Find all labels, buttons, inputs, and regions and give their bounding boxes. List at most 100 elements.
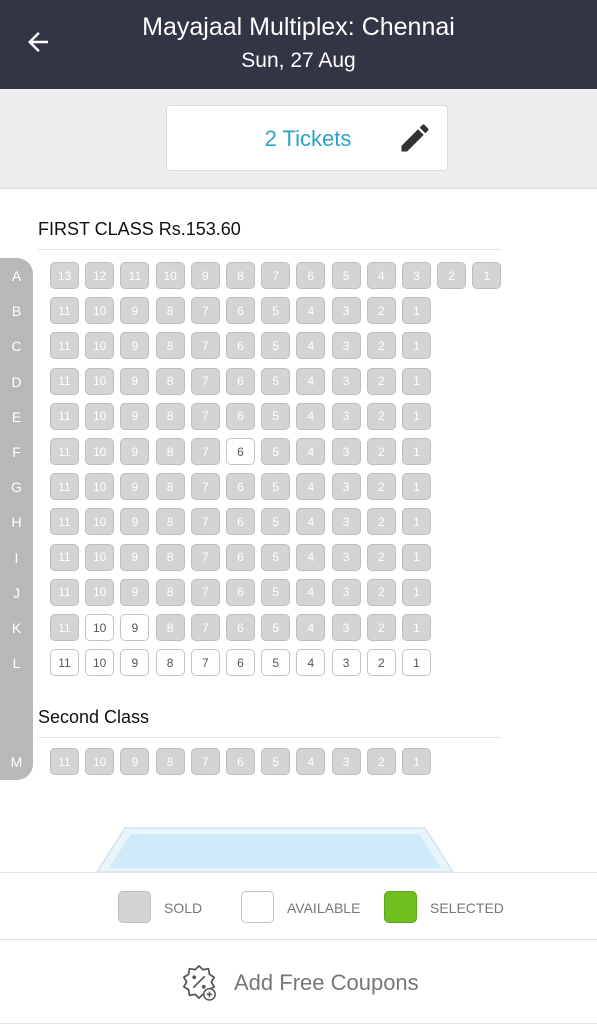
seat-l-11[interactable]: 11 (50, 649, 79, 677)
seat-a-12: 12 (85, 262, 115, 289)
seat-l-7[interactable]: 7 (190, 649, 220, 677)
seat-a-10: 10 (155, 262, 185, 289)
seat-b-2: 2 (366, 297, 396, 325)
seat-k-1: 1 (402, 614, 431, 641)
seat-a-1: 1 (472, 262, 502, 289)
seat-g-7: 7 (190, 473, 220, 501)
seat-i-7: 7 (190, 543, 220, 571)
seat-b-11: 11 (50, 297, 79, 325)
seat-l-1[interactable]: 1 (402, 649, 431, 677)
seat-e-5: 5 (261, 402, 291, 430)
seat-m-11: 11 (50, 748, 79, 775)
seat-d-5: 5 (261, 367, 291, 395)
legend-sold-label: SOLD (164, 900, 203, 916)
seat-k-2: 2 (366, 614, 396, 641)
seat-a-7: 7 (261, 262, 291, 289)
seat-k-10[interactable]: 10 (85, 614, 115, 641)
seat-i-6: 6 (226, 543, 255, 571)
seat-f-2: 2 (366, 438, 396, 465)
seat-d-2: 2 (366, 367, 396, 395)
seat-j-1: 1 (402, 578, 431, 606)
seat-g-8: 8 (155, 473, 185, 501)
seat-b-10: 10 (85, 297, 115, 325)
seat-l-2[interactable]: 2 (366, 649, 396, 677)
seat-e-3: 3 (331, 402, 361, 430)
seat-e-11: 11 (50, 402, 79, 430)
ticket-strip: 2 Tickets (0, 89, 597, 189)
seat-l-10[interactable]: 10 (85, 649, 115, 677)
seat-c-2: 2 (366, 332, 396, 360)
seat-f-6[interactable]: 6 (226, 438, 255, 465)
seat-f-11: 11 (50, 438, 79, 465)
seat-d-9: 9 (120, 367, 150, 395)
section-title: Second Class (38, 707, 150, 727)
seat-e-10: 10 (85, 402, 115, 430)
seat-c-6: 6 (226, 332, 255, 360)
seat-i-1: 1 (402, 543, 431, 571)
seat-g-4: 4 (296, 473, 326, 501)
row-letter-k: K (11, 620, 22, 636)
seat-a-8: 8 (226, 262, 255, 289)
seat-c-8: 8 (155, 332, 185, 360)
row-letter-e: E (11, 408, 22, 425)
seat-b-1: 1 (402, 297, 431, 325)
seat-f-4: 4 (296, 438, 326, 465)
seat-a-11: 11 (120, 262, 150, 289)
seat-g-5: 5 (261, 473, 291, 501)
seat-f-3: 3 (331, 438, 361, 465)
seat-g-3: 3 (331, 473, 361, 501)
seat-l-4[interactable]: 4 (296, 649, 326, 677)
seat-j-2: 2 (366, 578, 396, 606)
row-letter-g: G (11, 479, 22, 496)
seat-d-11: 11 (50, 367, 79, 395)
seat-d-8: 8 (155, 367, 185, 395)
seat-h-5: 5 (261, 508, 291, 536)
seat-c-10: 10 (85, 332, 115, 360)
seat-j-4: 4 (296, 578, 326, 606)
seat-b-6: 6 (226, 297, 255, 325)
seat-i-11: 11 (50, 543, 79, 571)
seat-e-4: 4 (296, 402, 326, 430)
seat-e-6: 6 (226, 402, 255, 430)
seat-g-11: 11 (50, 473, 79, 501)
venue-title: Mayajaal Multiplex: Chennai (142, 13, 455, 41)
seat-i-10: 10 (85, 543, 115, 571)
seat-i-5: 5 (261, 543, 291, 571)
seat-f-9: 9 (120, 438, 150, 465)
legend-available-swatch (241, 891, 274, 923)
seat-a-9: 9 (190, 262, 220, 289)
seat-e-1: 1 (402, 402, 431, 430)
seat-k-5: 5 (261, 614, 291, 641)
seat-a-2: 2 (437, 262, 467, 289)
seat-m-4: 4 (296, 748, 326, 775)
seat-i-4: 4 (296, 543, 326, 571)
ticket-count-button[interactable]: 2 Tickets (166, 105, 448, 171)
seat-k-9[interactable]: 9 (120, 614, 150, 641)
seat-m-7: 7 (190, 748, 220, 775)
seat-k-8: 8 (155, 614, 185, 641)
row-letter-a: A (11, 268, 22, 284)
add-coupons-button[interactable]: Add Free Coupons (0, 941, 597, 1024)
seat-g-1: 1 (402, 473, 431, 501)
seat-a-5: 5 (331, 262, 361, 289)
seat-c-3: 3 (331, 332, 361, 360)
seat-h-6: 6 (226, 508, 255, 536)
seat-l-9[interactable]: 9 (120, 649, 150, 677)
seat-l-3[interactable]: 3 (331, 649, 361, 677)
seat-l-8[interactable]: 8 (155, 649, 185, 677)
seat-f-8: 8 (155, 438, 185, 465)
seat-m-8: 8 (155, 748, 185, 775)
seat-a-3: 3 (402, 262, 431, 289)
seat-f-10: 10 (85, 438, 115, 465)
seat-h-3: 3 (331, 508, 361, 536)
seat-h-1: 1 (402, 508, 431, 536)
seat-d-3: 3 (331, 367, 361, 395)
seat-j-9: 9 (120, 578, 150, 606)
seat-l-6[interactable]: 6 (226, 649, 255, 677)
section-divider (38, 737, 501, 738)
seat-l-5[interactable]: 5 (261, 649, 291, 677)
seat-m-9: 9 (120, 748, 150, 775)
seat-h-2: 2 (366, 508, 396, 536)
seat-h-7: 7 (190, 508, 220, 536)
legend-selected-label: SELECTED (430, 900, 504, 916)
